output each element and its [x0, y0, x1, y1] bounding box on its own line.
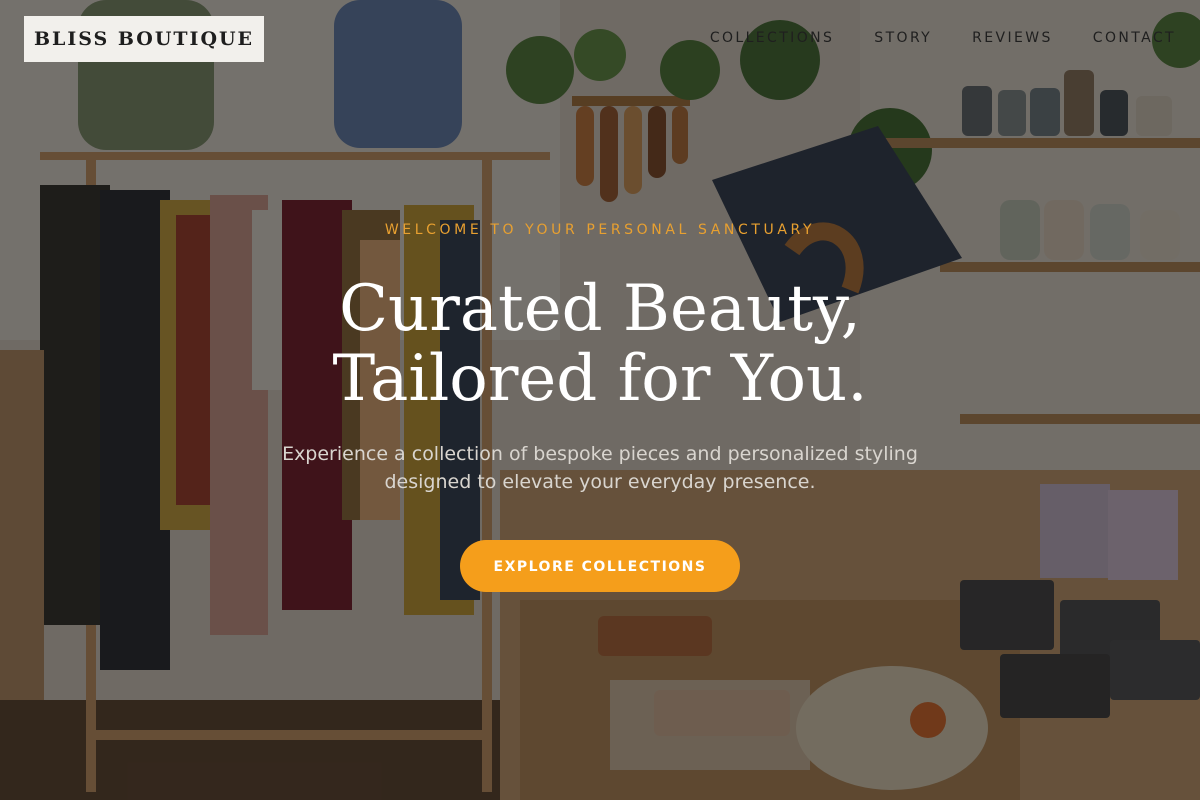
nav-link-collections[interactable]: COLLECTIONS — [710, 30, 834, 46]
headline-line-1: Curated Beauty, — [339, 272, 861, 346]
nav-link-reviews[interactable]: REVIEWS — [972, 30, 1053, 46]
brand-logo[interactable]: BLISS BOUTIQUE — [24, 16, 264, 62]
logo-text: BLISS BOUTIQUE — [33, 28, 255, 50]
nav-link-contact[interactable]: CONTACT — [1093, 30, 1176, 46]
hero-headline: Curated Beauty, Tailored for You. — [0, 274, 1200, 414]
hero-content: WELCOME TO YOUR PERSONAL SANCTUARY Curat… — [0, 222, 1200, 592]
explore-collections-button[interactable]: EXPLORE COLLECTIONS — [460, 540, 740, 592]
hero-subtitle: Experience a collection of bespoke piece… — [282, 443, 918, 493]
main-navigation: COLLECTIONS STORY REVIEWS CONTACT — [710, 30, 1176, 46]
hero-eyebrow: WELCOME TO YOUR PERSONAL SANCTUARY — [384, 222, 816, 238]
headline-line-2: Tailored for You. — [332, 342, 868, 416]
nav-link-story[interactable]: STORY — [874, 30, 932, 46]
hero-section: BLISS BOUTIQUE COLLECTIONS STORY REVIEWS… — [0, 0, 1200, 800]
